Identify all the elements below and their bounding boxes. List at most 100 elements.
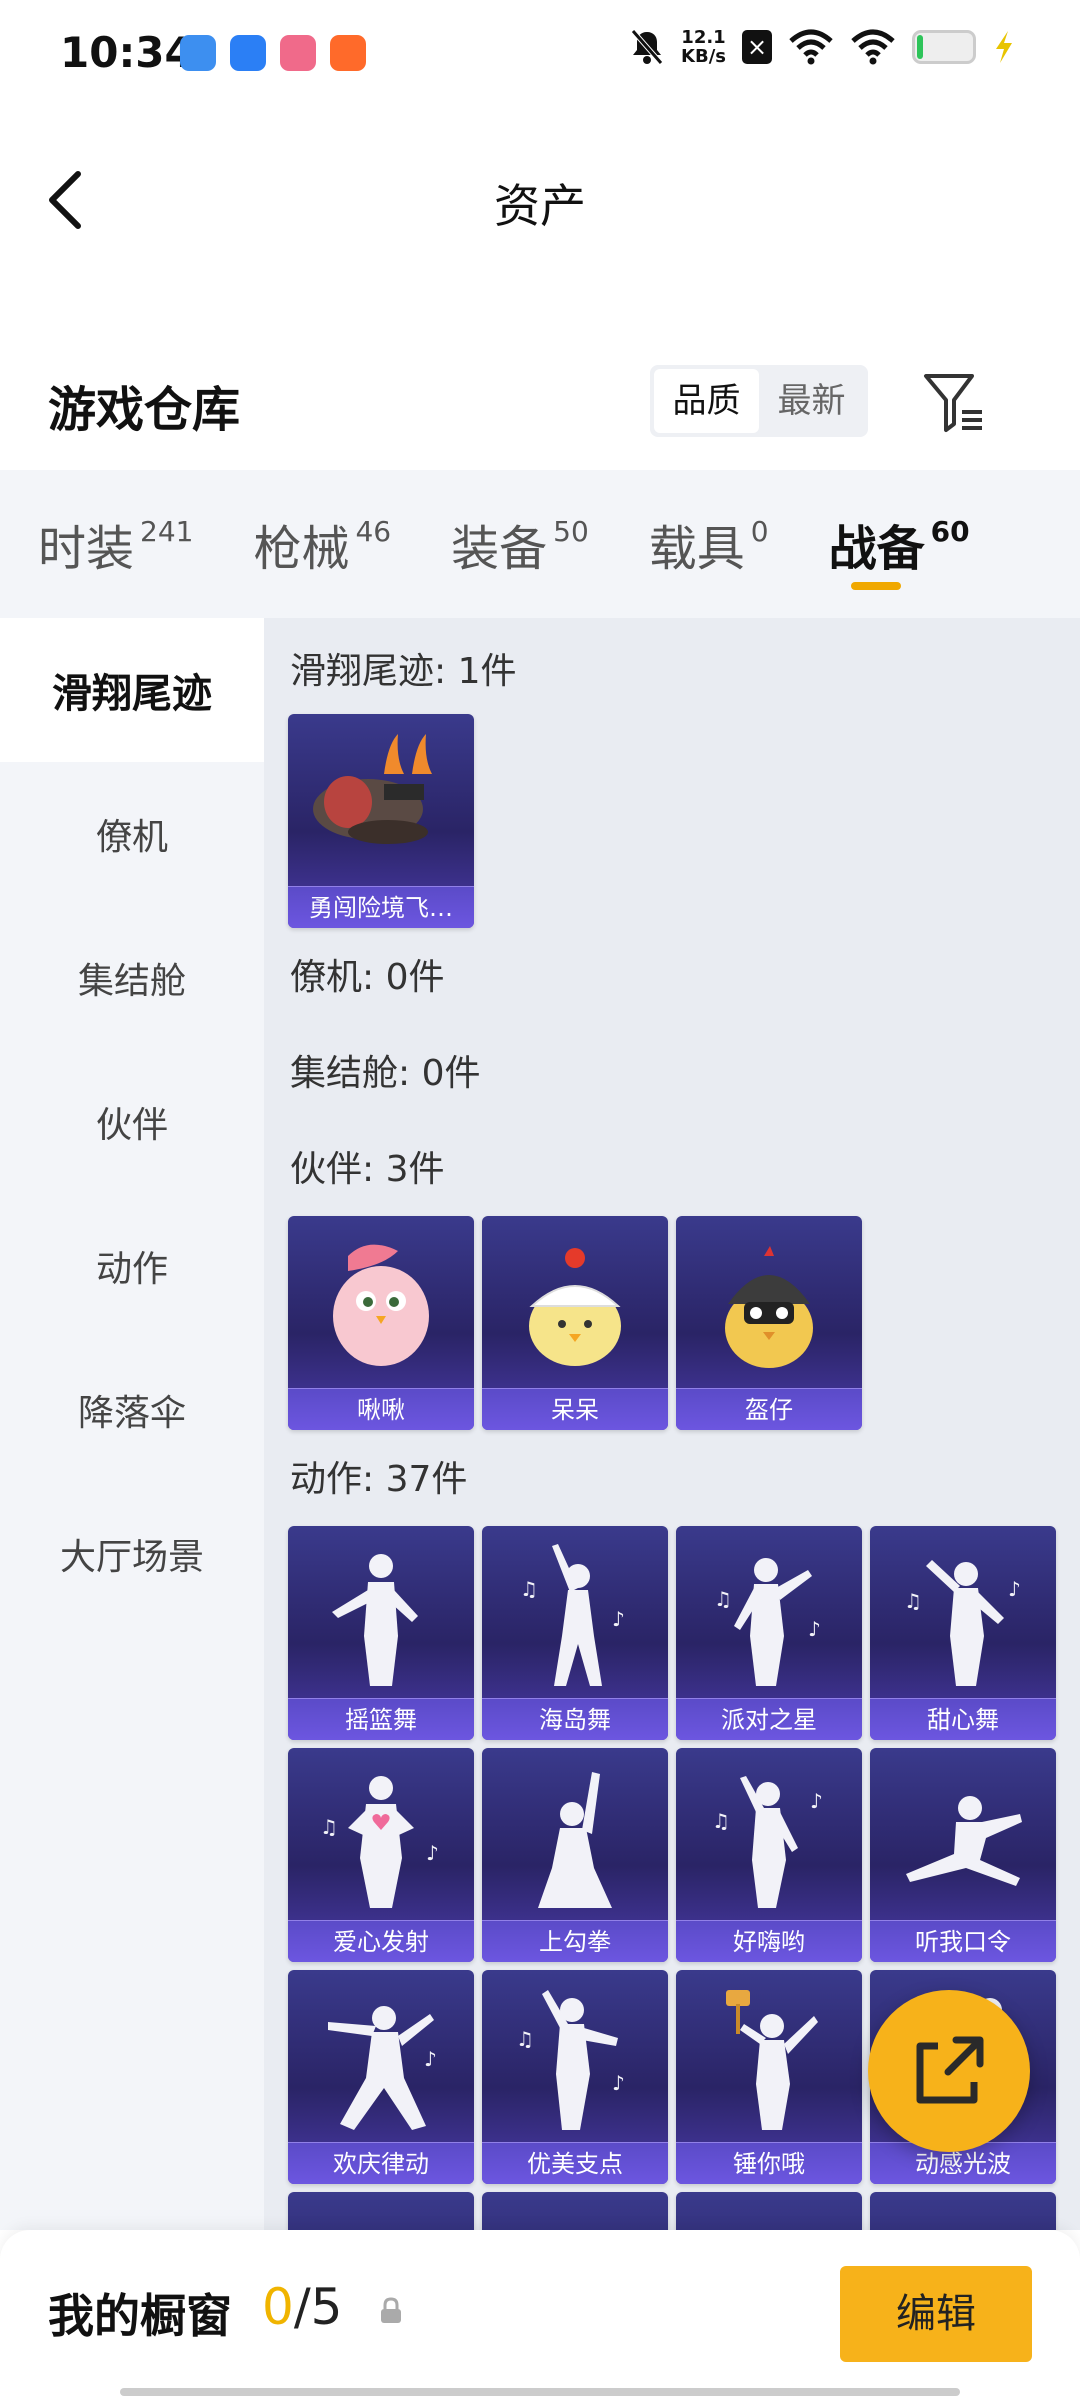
svg-text:♫: ♫: [712, 1809, 730, 1833]
battery-icon: [912, 30, 976, 64]
item-name: 上勾拳: [482, 1920, 668, 1962]
item-card[interactable]: ♫ ♪ 甜心舞: [870, 1526, 1056, 1740]
share-fab-button[interactable]: [868, 1990, 1030, 2152]
tab-combat-gear[interactable]: 战备 60: [791, 470, 992, 618]
item-card[interactable]: ♫ ♪ 派对之星: [676, 1526, 862, 1740]
showcase-current: 0: [262, 2278, 294, 2336]
page-title: 资产: [494, 179, 586, 233]
warehouse-header: 游戏仓库 品质 最新: [0, 340, 1080, 470]
sort-toggle: 品质 最新: [650, 365, 868, 437]
network-speed: 12.1 KB/s: [681, 28, 726, 66]
section-title-wingman: 僚机: 0件: [290, 957, 445, 998]
item-card[interactable]: [482, 2192, 668, 2230]
side-menu: 滑翔尾迹 僚机 集结舱 伙伴 动作 降落伞 大厅场景: [0, 618, 264, 2230]
tab-weapons[interactable]: 枪械 46: [215, 470, 413, 618]
item-card[interactable]: ♫ ♪ 好嗨哟: [676, 1748, 862, 1962]
svg-text:♫: ♫: [520, 1577, 538, 1601]
status-app-icons: [180, 35, 366, 71]
side-item-wingman[interactable]: 僚机: [0, 762, 264, 906]
charging-bolt-icon: [996, 31, 1012, 63]
filter-button[interactable]: [920, 368, 986, 438]
item-name: 呆呆: [482, 1388, 668, 1430]
item-name: 欢庆律动: [288, 2142, 474, 2184]
svg-text:♫: ♫: [516, 2027, 534, 2051]
heart-pose-icon: ♫ ♪: [320, 1776, 439, 1908]
edit-button[interactable]: 编辑: [840, 2266, 1032, 2362]
item-name: 勇闯险境飞…: [288, 886, 474, 928]
item-card[interactable]: ♪ 欢庆律动: [288, 1970, 474, 2184]
svg-text:♪: ♪: [612, 1607, 625, 1631]
app-notification-icon: [280, 35, 316, 71]
sort-latest-option[interactable]: 最新: [759, 369, 864, 433]
tab-count: 50: [553, 514, 589, 548]
chick-partner-icon: [529, 1248, 621, 1366]
tab-label: 枪械: [253, 521, 350, 577]
dance-pose-icon: ♪: [328, 2006, 437, 2130]
dance-pose-icon: ♫ ♪: [520, 1544, 625, 1686]
helmet-chick-partner-icon: [725, 1246, 813, 1368]
svg-text:♪: ♪: [808, 1617, 821, 1641]
side-item-parachute[interactable]: 降落伞: [0, 1338, 264, 1482]
item-card[interactable]: 锤你哦: [676, 1970, 862, 2184]
side-item-lobby-scene[interactable]: 大厅场景: [0, 1482, 264, 1626]
item-card[interactable]: ♫ ♪ 爱心发射: [288, 1748, 474, 1962]
home-indicator[interactable]: [120, 2388, 960, 2396]
item-card[interactable]: 啾啾: [288, 1216, 474, 1430]
section-title-partner: 伙伴: 3件: [290, 1149, 445, 1190]
side-item-partner[interactable]: 伙伴: [0, 1050, 264, 1194]
pink-bird-partner-icon: [333, 1244, 429, 1366]
tab-vehicles[interactable]: 载具 0: [611, 470, 791, 618]
side-item-emote[interactable]: 动作: [0, 1194, 264, 1338]
app-notification-icon: [330, 35, 366, 71]
svg-text:♪: ♪: [612, 2071, 625, 2095]
item-card[interactable]: 呆呆: [482, 1216, 668, 1430]
tab-fashion[interactable]: 时装 241: [0, 470, 215, 618]
sim-x-icon: ×: [742, 30, 772, 64]
page-header: 资产: [0, 110, 1080, 290]
hammer-pose-icon: [726, 1990, 818, 2130]
category-tabs: 时装 241 枪械 46 装备 50 载具 0 战备 60: [0, 470, 1080, 618]
item-name: 摇篮舞: [288, 1698, 474, 1740]
status-time: 10:34: [60, 28, 194, 77]
item-card[interactable]: 听我口令: [870, 1748, 1056, 1962]
section-title-pod: 集结舱: 0件: [290, 1053, 481, 1094]
network-speed-value: 12.1: [681, 27, 726, 48]
tab-label: 装备: [451, 521, 548, 577]
glide-trail-art-icon: [313, 734, 432, 844]
mute-bell-icon: [631, 29, 663, 65]
item-card[interactable]: [870, 2192, 1056, 2230]
svg-text:♫: ♫: [714, 1587, 732, 1611]
item-name: 甜心舞: [870, 1698, 1056, 1740]
item-card[interactable]: 上勾拳: [482, 1748, 668, 1962]
item-card[interactable]: ♫ ♪ 海岛舞: [482, 1526, 668, 1740]
tab-count: 46: [355, 514, 392, 548]
sort-quality-option[interactable]: 品质: [654, 369, 759, 433]
app-notification-icon: [180, 35, 216, 71]
dance-pose-icon: [332, 1554, 418, 1686]
item-name: 海岛舞: [482, 1698, 668, 1740]
side-item-assembly-pod[interactable]: 集结舱: [0, 906, 264, 1050]
warehouse-title: 游戏仓库: [48, 382, 241, 438]
side-item-glide-trail[interactable]: 滑翔尾迹: [0, 618, 264, 762]
dance-pose-icon: ♫ ♪: [712, 1776, 823, 1908]
status-right: 12.1 KB/s ×: [629, 28, 1016, 66]
item-card[interactable]: [676, 2192, 862, 2230]
tab-count: 60: [930, 514, 970, 548]
active-tab-indicator: [850, 582, 901, 590]
status-bar: 10:34 12.1 KB/s ×: [0, 0, 1080, 110]
tab-label: 时装: [38, 521, 135, 577]
item-card[interactable]: 盔仔: [676, 1216, 862, 1430]
item-card[interactable]: 勇闯险境飞…: [288, 714, 474, 928]
wifi-icon: [789, 29, 833, 65]
item-name: 听我口令: [870, 1920, 1056, 1962]
dance-pose-icon: ♫ ♪: [516, 1990, 625, 2130]
tab-equipment[interactable]: 装备 50: [413, 470, 611, 618]
item-card[interactable]: [288, 2192, 474, 2230]
dance-pose-icon: ♫ ♪: [904, 1560, 1021, 1686]
item-card[interactable]: 摇篮舞: [288, 1526, 474, 1740]
tab-label: 战备: [828, 521, 925, 577]
share-external-icon: [916, 2036, 984, 2104]
item-card[interactable]: ♫ ♪ 优美支点: [482, 1970, 668, 2184]
uppercut-pose-icon: [538, 1772, 612, 1908]
section-title-glide: 滑翔尾迹: 1件: [290, 651, 517, 692]
